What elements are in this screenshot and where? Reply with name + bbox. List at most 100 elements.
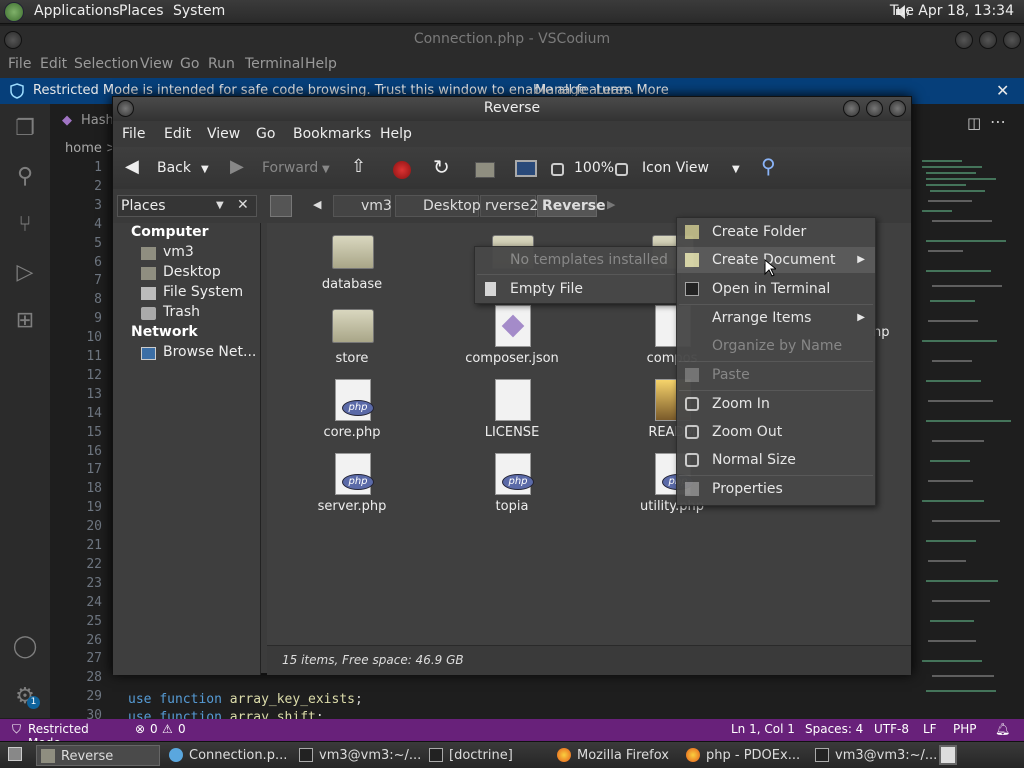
indentation[interactable]: Spaces: 4 (805, 722, 863, 736)
file-item[interactable]: database (302, 231, 402, 297)
submenu-empty-file[interactable]: Empty File (475, 276, 677, 302)
menu-edit[interactable]: Edit (164, 126, 191, 142)
file-item[interactable]: php core.php (302, 379, 402, 445)
back-button[interactable]: Back (157, 160, 191, 176)
distro-logo-icon[interactable] (4, 2, 24, 22)
account-icon[interactable]: ◯ (12, 634, 38, 660)
menu-normal-size[interactable]: Normal Size (677, 447, 875, 473)
warning-icon[interactable]: ⚠ (162, 722, 173, 736)
view-mode-select[interactable]: Icon View (642, 160, 709, 176)
encoding[interactable]: UTF-8 (874, 722, 909, 736)
restricted-mode-status[interactable]: ⛉ Restricted Mode (0, 719, 122, 750)
path-reverse-current[interactable]: Reverse (537, 195, 606, 217)
error-count[interactable]: 0 (150, 722, 158, 736)
code-line-30[interactable]: use function array_shift; (128, 710, 324, 719)
file-manager-title-bar[interactable]: Reverse (113, 97, 911, 121)
run-debug-icon[interactable]: ▷ (12, 260, 38, 286)
search-icon[interactable]: ⚲ (761, 154, 776, 178)
menu-help[interactable]: Help (380, 126, 412, 142)
menu-file[interactable]: File (122, 126, 145, 142)
menu-view[interactable]: View (207, 126, 240, 142)
minimize-button[interactable] (843, 100, 860, 117)
reload-icon[interactable]: ↻ (433, 155, 450, 179)
path-desktop[interactable]: Desktop (395, 195, 481, 217)
warning-count[interactable]: 0 (178, 722, 186, 736)
search-icon[interactable]: ⚲ (12, 164, 38, 190)
menu-help[interactable]: Help (305, 56, 337, 72)
line-ending[interactable]: LF (923, 722, 937, 736)
computer-icon[interactable] (515, 160, 537, 177)
menu-edit[interactable]: Edit (40, 56, 67, 72)
maximize-button[interactable] (866, 100, 883, 117)
notifications-bell-icon[interactable]: 🔔︎ (995, 722, 1010, 736)
maximize-button[interactable] (979, 31, 997, 49)
menu-go[interactable]: Go (256, 126, 275, 142)
file-item[interactable]: composer.json (462, 305, 562, 371)
menu-file[interactable]: File (8, 56, 31, 72)
window-menu-button[interactable] (117, 100, 134, 117)
task-firefox[interactable]: Mozilla Firefox (553, 745, 678, 766)
back-arrow-icon[interactable]: ◀ (125, 156, 139, 177)
show-desktop-icon[interactable] (8, 747, 22, 761)
file-item[interactable]: php topia (462, 453, 562, 519)
close-sidebar-icon[interactable]: ✕ (237, 197, 249, 213)
file-item[interactable]: LICENSE (462, 379, 562, 445)
zoom-out-icon[interactable] (551, 163, 564, 176)
code-line-29[interactable]: use function array_key_exists; (128, 692, 363, 707)
menu-view[interactable]: View (140, 56, 173, 72)
error-icon[interactable]: ⊗ (135, 722, 145, 736)
home-icon[interactable] (475, 162, 495, 178)
sidebar-item-trash[interactable]: Trash (163, 304, 200, 320)
up-arrow-icon[interactable]: ⇧ (351, 156, 366, 177)
view-mode-chevron-icon[interactable]: ▼ (732, 164, 740, 175)
menu-arrange-items[interactable]: Arrange Items ▶ (677, 305, 875, 331)
menu-properties[interactable]: Properties (677, 476, 875, 502)
menu-selection[interactable]: Selection (74, 56, 139, 72)
sidebar-item-browse-network[interactable]: Browse Net... (163, 344, 256, 360)
places-dropdown[interactable]: Places ▼ (117, 195, 257, 217)
breadcrumb[interactable]: home > (65, 141, 117, 156)
close-button[interactable] (889, 100, 906, 117)
path-rverse2[interactable]: rverse2 (480, 195, 538, 217)
zoom-in-icon[interactable] (615, 163, 628, 176)
menu-zoom-out[interactable]: Zoom Out (677, 419, 875, 445)
language-mode[interactable]: PHP (953, 722, 977, 736)
explorer-icon[interactable]: ❐ (12, 116, 38, 142)
menu-open-terminal[interactable]: Open in Terminal (677, 276, 875, 302)
editor-tab-label[interactable]: Hash (81, 113, 114, 128)
menu-create-folder[interactable]: Create Folder (677, 219, 875, 245)
task-terminal-1[interactable]: vm3@vm3:~/... (295, 745, 420, 766)
system-menu[interactable]: System (173, 3, 225, 19)
menu-zoom-in[interactable]: Zoom In (677, 391, 875, 417)
sidebar-item-vm3[interactable]: vm3 (163, 244, 194, 260)
applications-menu[interactable]: Applications (34, 3, 120, 19)
extensions-icon[interactable]: ⊞ (12, 308, 38, 334)
file-item[interactable]: store (302, 305, 402, 371)
workspace-switcher[interactable] (939, 745, 957, 765)
edit-location-icon[interactable] (270, 195, 292, 217)
split-editor-icon[interactable]: ◫ (967, 114, 981, 132)
minimize-button[interactable] (955, 31, 973, 49)
banner-close-icon[interactable]: ✕ (996, 81, 1009, 100)
file-item[interactable]: php server.php (302, 453, 402, 519)
menu-run[interactable]: Run (208, 56, 235, 72)
places-menu[interactable]: Places (119, 3, 164, 19)
task-firefox-php[interactable]: php - PDOEx... (682, 745, 807, 766)
window-menu-button[interactable] (4, 31, 22, 49)
sidebar-item-desktop[interactable]: Desktop (163, 264, 221, 280)
stop-icon[interactable] (393, 161, 411, 179)
menu-bookmarks[interactable]: Bookmarks (293, 126, 371, 142)
path-vm3[interactable]: vm3 (333, 195, 392, 217)
sidebar-item-filesystem[interactable]: File System (163, 284, 243, 300)
task-doctrine[interactable]: [doctrine] (425, 745, 550, 766)
minimap[interactable] (920, 140, 1016, 718)
menu-terminal[interactable]: Terminal (245, 56, 304, 72)
back-history-chevron-icon[interactable]: ▼ (201, 164, 209, 175)
close-button[interactable] (1003, 31, 1021, 49)
task-vscodium[interactable]: Connection.p... (165, 745, 290, 766)
task-terminal-2[interactable]: vm3@vm3:~/... (811, 745, 936, 766)
path-scroll-left-icon[interactable]: ◀ (313, 198, 321, 211)
more-actions-icon[interactable]: ⋯ (990, 112, 1006, 131)
cursor-position[interactable]: Ln 1, Col 1 (731, 722, 795, 736)
source-control-icon[interactable]: ⑂ (12, 212, 38, 238)
